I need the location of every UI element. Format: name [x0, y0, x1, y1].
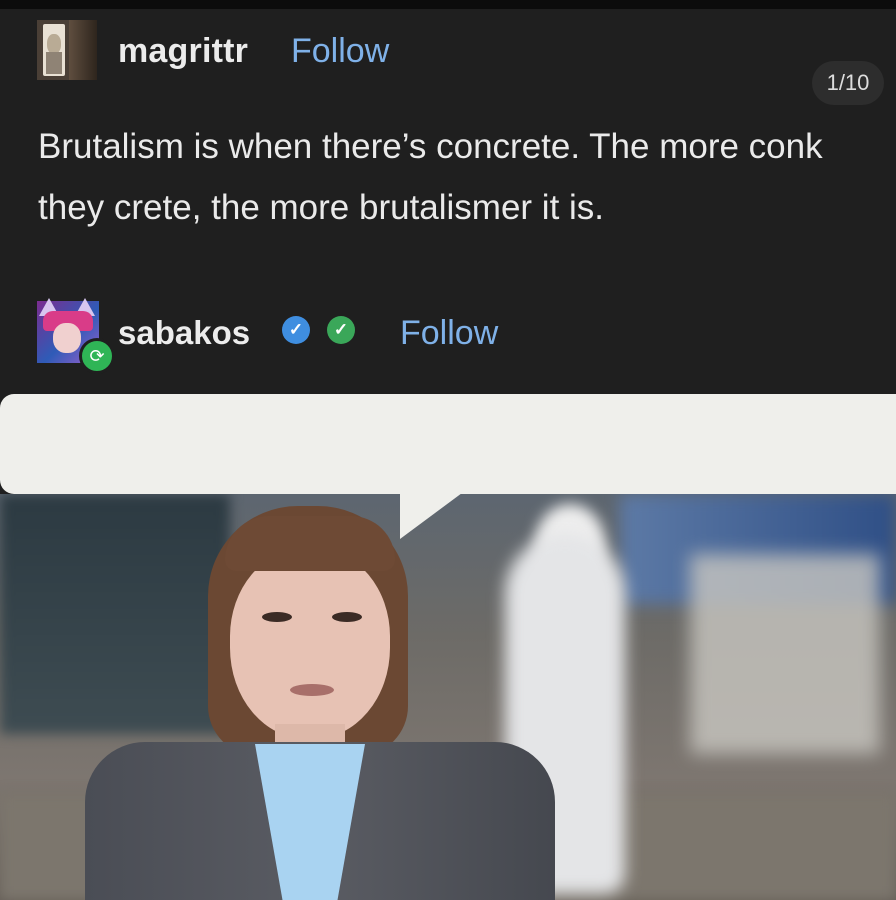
photo-woman: [0, 494, 896, 900]
avatar-magrittr[interactable]: [37, 20, 97, 80]
woman-jacket: [85, 742, 555, 900]
avatar-face: [47, 34, 61, 54]
photo-sky: [620, 494, 896, 604]
woman-eye-left: [262, 612, 292, 622]
woman-lips: [290, 684, 334, 696]
photo-statue: [505, 534, 625, 894]
verified-check-icon: ✓: [282, 316, 310, 344]
meme-photo: [0, 494, 896, 900]
username-sabakos[interactable]: sabakos: [118, 314, 250, 352]
avatar-face: [53, 323, 81, 353]
woman-face: [230, 549, 390, 739]
top-bar: [0, 0, 896, 9]
woman-shirt: [255, 744, 365, 900]
speech-bubble-tail: [400, 493, 462, 539]
photo-statue-head: [535, 504, 605, 584]
woman-hair: [208, 506, 408, 756]
green-check-icon: ✓: [327, 316, 355, 344]
photo-structure: [690, 554, 880, 754]
woman-neck: [275, 724, 345, 764]
reblog-icon: ⟳: [79, 338, 115, 374]
speech-bubble: [0, 394, 896, 494]
username-magrittr[interactable]: magrittr: [118, 32, 248, 71]
avatar-curtain: [69, 20, 97, 80]
image-counter: 1/10: [812, 61, 884, 105]
photo-building: [0, 494, 230, 734]
woman-eye-right: [332, 612, 362, 622]
follow-button-sabakos[interactable]: Follow: [400, 314, 498, 353]
post-text: Brutalism is when there’s concrete. The …: [38, 127, 823, 227]
photo-ground: [0, 794, 896, 900]
woman-fringe: [225, 516, 395, 571]
follow-button-magrittr[interactable]: Follow: [291, 32, 389, 71]
avatar-body: [46, 52, 62, 74]
